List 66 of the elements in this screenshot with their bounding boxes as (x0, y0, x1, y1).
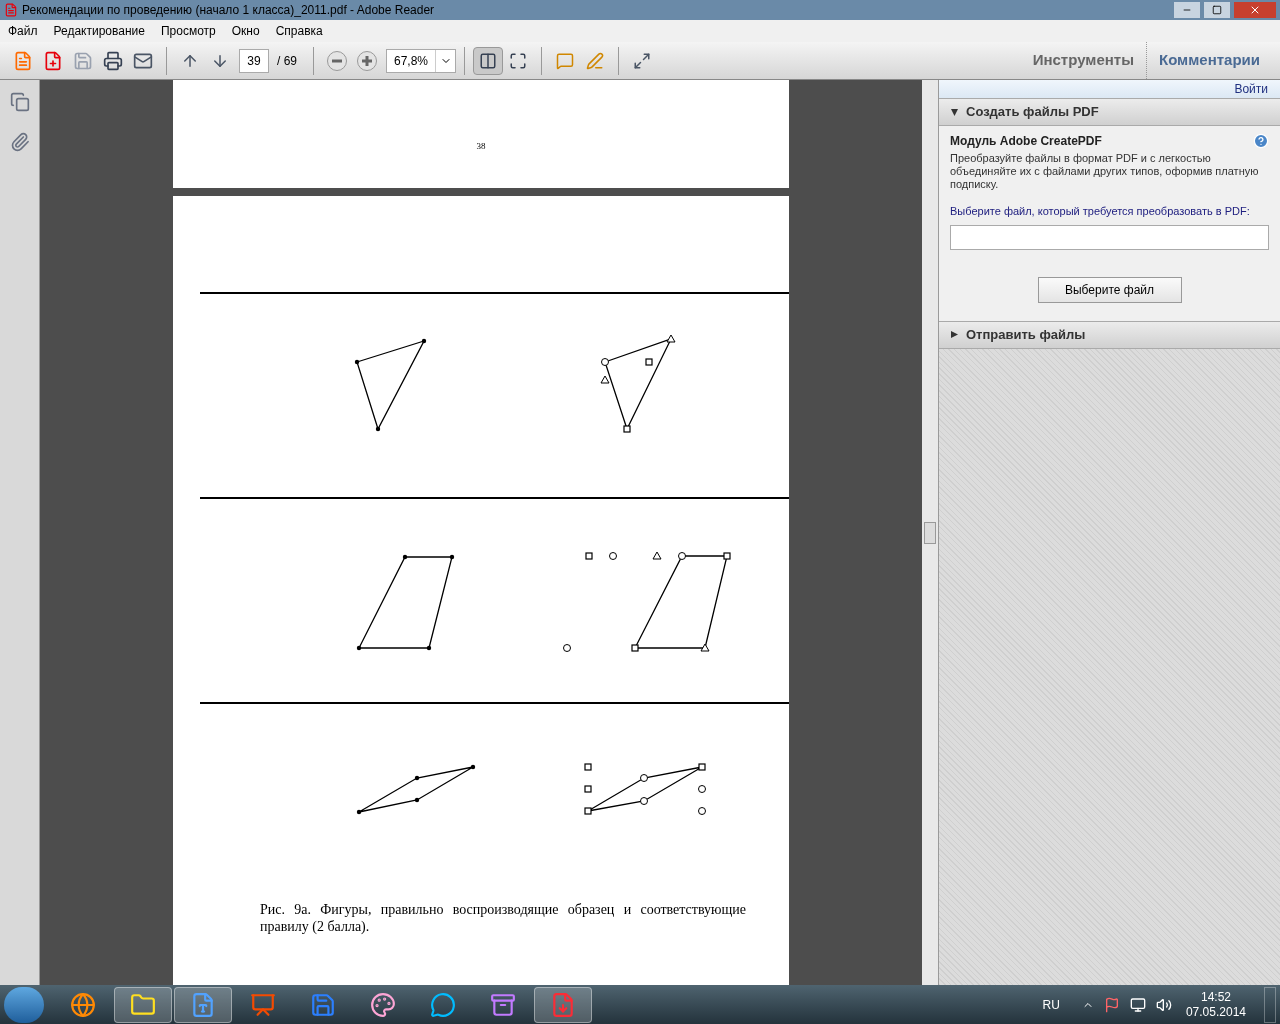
zoom-dropdown[interactable]: 67,8% (386, 48, 456, 73)
taskbar-app-button[interactable] (174, 986, 232, 1023)
plus-icon (357, 50, 377, 71)
app-icon (190, 991, 216, 1018)
minus-icon (327, 50, 347, 71)
app-icon (250, 991, 276, 1018)
expand-icon (633, 51, 651, 70)
triangle-down-icon (951, 108, 958, 116)
page-fit-icon (509, 51, 527, 70)
scrollbar[interactable] (922, 80, 938, 985)
paperclip-icon (9, 132, 30, 152)
menu-item[interactable]: Просмотр (160, 22, 216, 40)
menu-item[interactable]: Окно (231, 22, 260, 40)
help-icon[interactable] (1253, 133, 1269, 149)
language-indicator: RU (1042, 996, 1060, 1014)
menu-item[interactable]: Редактирование (53, 22, 145, 40)
pages-button[interactable] (9, 92, 30, 112)
start-button[interactable] (4, 986, 44, 1023)
page-count: / 69 (277, 52, 297, 70)
file-input-field[interactable] (950, 224, 1269, 250)
printer-icon (103, 50, 123, 71)
choose-file-button[interactable]: Выберите файл (1037, 276, 1182, 303)
save-icon (73, 50, 93, 71)
app-icon (310, 991, 336, 1018)
taskbar-app-button[interactable] (534, 986, 592, 1023)
app-icon (430, 991, 456, 1018)
show-desktop-button[interactable] (1264, 986, 1276, 1023)
app-icon (490, 991, 516, 1018)
panel-tab[interactable]: Инструменты (1020, 42, 1146, 79)
maximize-icon (1212, 5, 1222, 15)
app-icon (130, 991, 156, 1018)
scroll-thumb[interactable] (924, 521, 936, 544)
section-header[interactable]: Создать файлы PDF (939, 98, 1280, 126)
window-title: Рекомендации по проведению (начало 1 класса)_2011.pdf - Adobe Reader (22, 2, 436, 19)
speech-bubble-icon (556, 51, 574, 70)
network-icon[interactable] (1129, 996, 1146, 1013)
close-icon (1249, 4, 1261, 16)
taskbar-app-button[interactable] (114, 986, 172, 1023)
page-fit-icon (479, 51, 497, 70)
login-link[interactable]: Войти (1234, 80, 1268, 98)
fit-width-button[interactable] (473, 46, 503, 75)
figure-caption: Рис. 9а. Фигуры, правильно воспроизводящие образец и соответствующие правилу (2 балла). (260, 901, 746, 935)
description-text: Преобразуйте файлы в формат PDF и с легкостью объединяйте их с файлами других типов, оформив платную подписку. (950, 152, 1260, 191)
panel-tab[interactable]: Комментарии (1146, 42, 1272, 79)
app-icon (70, 991, 96, 1018)
document-plus-icon (43, 50, 63, 71)
field-label: Выберите файл, который требуется преобразовать в PDF: (950, 204, 1251, 219)
app-icon (550, 991, 576, 1018)
app-icon (370, 991, 396, 1018)
minimize-button[interactable] (1174, 2, 1200, 18)
triangle-right-icon (951, 331, 958, 338)
clock[interactable]: 14:52 07.05.2014 (1185, 989, 1246, 1020)
pen-icon (586, 51, 604, 70)
section-header[interactable]: Отправить файлы (939, 320, 1280, 349)
flag-icon[interactable] (1103, 996, 1120, 1013)
section-heading: Модуль Adobe CreatePDF (950, 133, 1102, 150)
speaker-icon[interactable] (1155, 996, 1172, 1013)
document-icon (13, 50, 33, 71)
pages-icon (9, 92, 30, 112)
attachments-button[interactable] (9, 132, 30, 152)
page-number-field[interactable]: 39 (239, 48, 269, 73)
menu-item[interactable]: Файл (8, 22, 38, 40)
app-icon (4, 3, 18, 17)
page-number: 38 (476, 140, 486, 153)
menu-item[interactable]: Справка (275, 22, 323, 40)
maximize-button[interactable] (1204, 2, 1230, 18)
